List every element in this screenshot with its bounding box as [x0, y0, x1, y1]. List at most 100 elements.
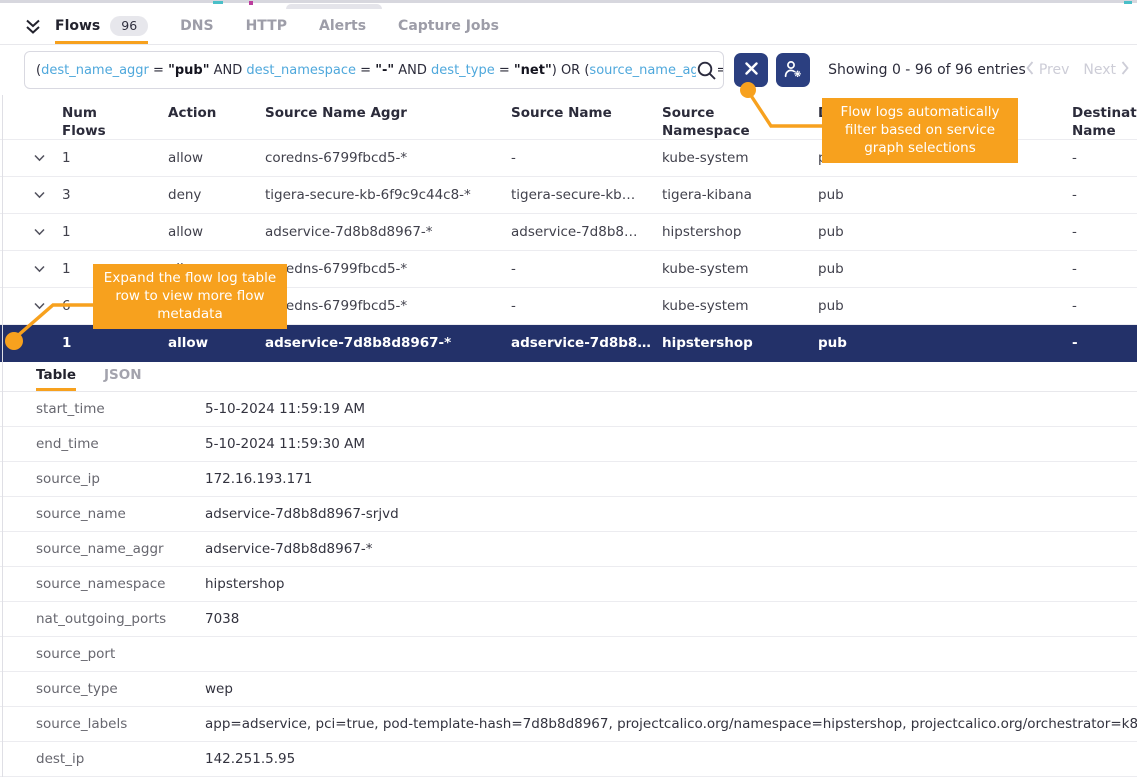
cell-action: allow [168, 224, 265, 240]
cell-num: 1 [62, 150, 168, 166]
cell-source_namespace: kube-system [662, 261, 818, 277]
cell-num: 1 [62, 335, 168, 351]
flow-logs-panel: Flows 96 DNS HTTP Alerts Capture Jobs (d… [0, 0, 1137, 777]
column-header: Action [168, 104, 265, 122]
cell-source_namespace: kube-system [662, 150, 818, 166]
cell-source_name: tigera-secure-kb… [511, 187, 662, 203]
detail-value: 5-10-2024 11:59:30 AM [205, 436, 1137, 452]
flow-row[interactable]: 6allowcoredns-6799fbcd5-*-kube-systempub… [0, 288, 1137, 325]
cell-dest_name: - [1072, 224, 1137, 240]
flow-detail-table: start_time5-10-2024 11:59:19 AMend_time5… [0, 392, 1137, 777]
flow-row-selected[interactable]: 1allowadservice-7d8b8d8967-*adservice-7d… [0, 325, 1137, 362]
prev-button[interactable]: Prev [1026, 61, 1070, 79]
column-header: NumFlows [62, 104, 168, 140]
cell-source_name_aggr: adservice-7d8b8d8967-* [265, 335, 511, 351]
cell-dest_name_aggr: pub [818, 335, 1072, 351]
detail-row: source_ip172.16.193.171 [0, 462, 1137, 497]
flows-table: 1allowcoredns-6799fbcd5-*-kube-systempub… [0, 140, 1137, 362]
cell-source_name: adservice-7d8b8… [511, 335, 662, 351]
detail-value: 142.251.5.95 [205, 751, 1137, 767]
clipped-content-strip [0, 0, 1137, 9]
user-settings-button[interactable] [776, 53, 810, 87]
row-expand-chevron-icon[interactable] [34, 191, 62, 199]
tab-http[interactable]: HTTP [246, 9, 287, 44]
log-type-tabbar: Flows 96 DNS HTTP Alerts Capture Jobs [0, 9, 1137, 45]
flow-row[interactable]: 1allowcoredns-6799fbcd5-*-kube-systempub… [0, 251, 1137, 288]
row-expand-chevron-icon[interactable] [34, 265, 62, 273]
cell-source_name: adservice-7d8b8… [511, 224, 662, 240]
detail-value: wep [205, 681, 1137, 697]
cell-dest_name: - [1072, 298, 1137, 314]
panel-left-border [2, 10, 3, 777]
search-icon[interactable] [696, 60, 718, 82]
tab-flows[interactable]: Flows 96 [55, 9, 148, 44]
flow-row[interactable]: 3denytigera-secure-kb-6f9c9c44c8-*tigera… [0, 177, 1137, 214]
row-expand-chevron-icon[interactable] [34, 302, 62, 310]
detail-key: source_port [36, 646, 205, 662]
detail-row: source_typewep [0, 672, 1137, 707]
chevron-right-icon [1121, 61, 1129, 79]
detail-key: nat_outgoing_ports [36, 611, 205, 627]
detail-value: 7038 [205, 611, 1137, 627]
tab-dns[interactable]: DNS [180, 9, 213, 44]
detail-key: dest_ip [36, 751, 205, 767]
detail-key: end_time [36, 436, 205, 452]
cell-action: allow [168, 261, 265, 277]
row-expand-chevron-icon[interactable] [34, 228, 62, 236]
detail-row: source_port [0, 637, 1137, 672]
detail-key: start_time [36, 401, 205, 417]
detail-value: adservice-7d8b8d8967-srjvd [205, 506, 1137, 522]
cell-num: 6 [62, 298, 168, 314]
flow-row[interactable]: 1allowadservice-7d8b8d8967-*adservice-7d… [0, 214, 1137, 251]
flow-detail-tabbar: Table JSON [0, 362, 1137, 392]
cell-source_name_aggr: tigera-secure-kb-6f9c9c44c8-* [265, 187, 511, 203]
detail-tab-json[interactable]: JSON [104, 362, 142, 391]
showing-entries-text: Showing 0 - 96 of 96 entries [828, 62, 1026, 78]
column-header: DestinationName [1072, 104, 1137, 140]
detail-row: start_time5-10-2024 11:59:19 AM [0, 392, 1137, 427]
cell-dest_name: - [1072, 187, 1137, 203]
detail-row: source_namespacehipstershop [0, 567, 1137, 602]
cell-dest_name_aggr: pub [818, 187, 1072, 203]
close-icon [745, 62, 758, 78]
clear-filter-button[interactable] [734, 53, 768, 87]
flows-table-header: NumFlowsActionSource Name AggrSource Nam… [0, 95, 1137, 140]
detail-row: source_name_aggradservice-7d8b8d8967-* [0, 532, 1137, 567]
expand-all-icon[interactable] [24, 19, 42, 35]
cell-dest_name_aggr: pub [818, 261, 1072, 277]
chevron-left-icon [1026, 61, 1034, 79]
flow-row[interactable]: 1allowcoredns-6799fbcd5-*-kube-systempub… [0, 140, 1137, 177]
column-header: Source Name [511, 104, 662, 122]
row-expand-chevron-icon[interactable] [34, 154, 62, 162]
column-header: Source Name Aggr [265, 104, 511, 122]
cell-source_namespace: hipstershop [662, 224, 818, 240]
cell-action: deny [168, 187, 265, 203]
flows-toolbar: (dest_name_aggr = "pub" AND dest_namespa… [0, 45, 1137, 95]
cell-source_name: - [511, 150, 662, 166]
filter-query-text: (dest_name_aggr = "pub" AND dest_namespa… [36, 63, 724, 78]
pagination: Prev Next [1026, 61, 1131, 79]
detail-value: 5-10-2024 11:59:19 AM [205, 401, 1137, 417]
cell-source_namespace: tigera-kibana [662, 187, 818, 203]
cell-action: allow [168, 298, 265, 314]
detail-tab-table[interactable]: Table [36, 362, 76, 391]
user-gear-icon [783, 59, 803, 82]
cell-source_name_aggr: coredns-6799fbcd5-* [265, 150, 511, 166]
tab-alerts[interactable]: Alerts [319, 9, 366, 44]
detail-row: dest_ip142.251.5.95 [0, 742, 1137, 777]
detail-key: source_type [36, 681, 205, 697]
cell-dest_name: - [1072, 261, 1137, 277]
filter-query-input[interactable]: (dest_name_aggr = "pub" AND dest_namespa… [24, 51, 724, 89]
cell-num: 1 [62, 261, 168, 277]
tab-capture-jobs[interactable]: Capture Jobs [398, 9, 499, 44]
detail-value: hipstershop [205, 576, 1137, 592]
detail-key: source_namespace [36, 576, 205, 592]
next-button[interactable]: Next [1083, 61, 1129, 79]
cell-source_namespace: kube-system [662, 298, 818, 314]
detail-value: 172.16.193.171 [205, 471, 1137, 487]
detail-value: adservice-7d8b8d8967-* [205, 541, 1137, 557]
cell-dest_name: - [1072, 335, 1137, 351]
cell-source_name_aggr: coredns-6799fbcd5-* [265, 298, 511, 314]
detail-key: source_name [36, 506, 205, 522]
cell-dest_name_aggr: pub [818, 224, 1072, 240]
